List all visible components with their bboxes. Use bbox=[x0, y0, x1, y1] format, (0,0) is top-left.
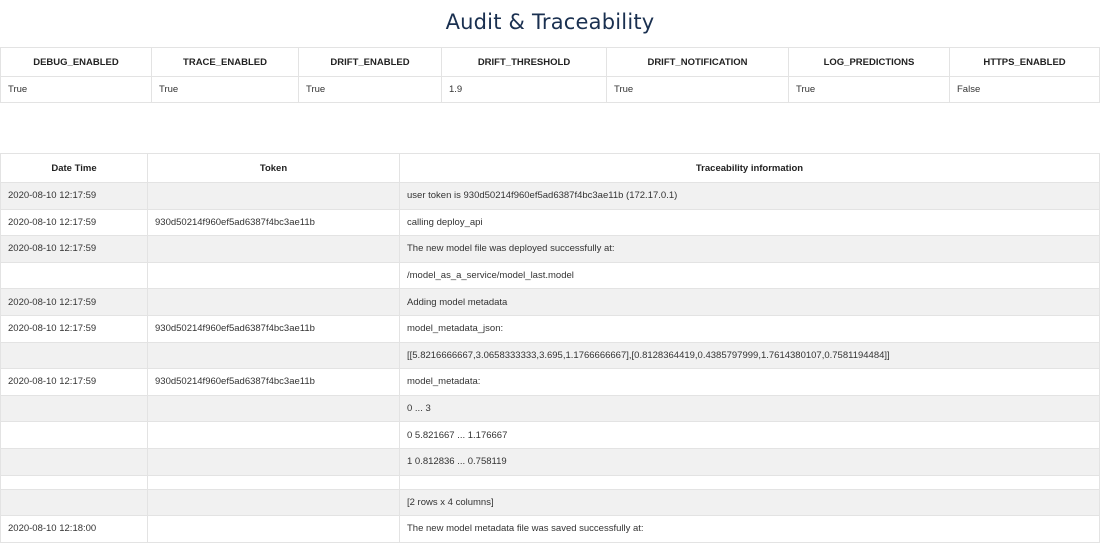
table-row: 2020-08-10 12:17:59 930d50214f960ef5ad638… bbox=[0, 314, 1100, 343]
trace-header-token: Token bbox=[147, 153, 400, 183]
row-token bbox=[147, 341, 400, 370]
config-header-trace-enabled: TRACE_ENABLED bbox=[151, 47, 299, 77]
table-row bbox=[0, 474, 1100, 490]
config-value-drift-enabled: True bbox=[298, 76, 442, 103]
row-token bbox=[147, 182, 400, 210]
row-datetime: 2020-08-10 12:17:59 bbox=[0, 182, 148, 210]
trace-header-row: Date Time Token Traceability information bbox=[0, 153, 1100, 183]
row-datetime bbox=[0, 421, 148, 449]
trace-header-datetime: Date Time bbox=[0, 153, 148, 183]
row-token bbox=[147, 474, 400, 490]
row-token bbox=[147, 447, 400, 476]
row-info: The new model file was deployed successf… bbox=[399, 235, 1100, 263]
trace-header-info: Traceability information bbox=[399, 153, 1100, 183]
table-row: 0 5.821667 ... 1.176667 bbox=[0, 421, 1100, 449]
row-token bbox=[147, 515, 400, 543]
table-row: 1 0.812836 ... 0.758119 bbox=[0, 447, 1100, 476]
table-row: [2 rows x 4 columns] bbox=[0, 488, 1100, 517]
row-token: 930d50214f960ef5ad6387f4bc3ae11b bbox=[147, 368, 400, 396]
config-header-log-predictions: LOG_PREDICTIONS bbox=[788, 47, 950, 77]
row-info: [[5.8216666667,3.0658333333,3.695,1.1766… bbox=[399, 341, 1100, 370]
row-info: The new model metadata file was saved su… bbox=[399, 515, 1100, 543]
row-info: [2 rows x 4 columns] bbox=[399, 488, 1100, 517]
table-row: 2020-08-10 12:17:59 The new model file wa… bbox=[0, 235, 1100, 263]
row-info: 1 0.812836 ... 0.758119 bbox=[399, 447, 1100, 476]
config-table: DEBUG_ENABLED TRACE_ENABLED DRIFT_ENABLE… bbox=[0, 47, 1100, 103]
row-datetime bbox=[0, 474, 148, 490]
row-datetime: 2020-08-10 12:17:59 bbox=[0, 235, 148, 263]
row-info: model_metadata_json: bbox=[399, 314, 1100, 343]
trace-body: 2020-08-10 12:17:59 user token is 930d502… bbox=[0, 182, 1100, 543]
row-info: 0 5.821667 ... 1.176667 bbox=[399, 421, 1100, 449]
table-row: [[5.8216666667,3.0658333333,3.695,1.1766… bbox=[0, 341, 1100, 370]
config-header-drift-notification: DRIFT_NOTIFICATION bbox=[606, 47, 789, 77]
row-token bbox=[147, 261, 400, 290]
table-row: 2020-08-10 12:17:59 user token is 930d502… bbox=[0, 182, 1100, 210]
row-datetime: 2020-08-10 12:17:59 bbox=[0, 314, 148, 343]
row-info: calling deploy_api bbox=[399, 208, 1100, 237]
row-datetime: 2020-08-10 12:18:00 bbox=[0, 515, 148, 543]
row-token: 930d50214f960ef5ad6387f4bc3ae11b bbox=[147, 208, 400, 237]
config-value-log-predictions: True bbox=[788, 76, 950, 103]
config-value-drift-notification: True bbox=[606, 76, 789, 103]
row-info: user token is 930d50214f960ef5ad6387f4bc… bbox=[399, 182, 1100, 210]
row-token bbox=[147, 235, 400, 263]
row-datetime bbox=[0, 447, 148, 476]
config-value-drift-threshold: 1.9 bbox=[441, 76, 607, 103]
row-info bbox=[399, 474, 1100, 490]
config-value-https-enabled: False bbox=[949, 76, 1100, 103]
row-info: /model_as_a_service/model_last.model bbox=[399, 261, 1100, 290]
row-token bbox=[147, 394, 400, 423]
config-header-row: DEBUG_ENABLED TRACE_ENABLED DRIFT_ENABLE… bbox=[0, 47, 1100, 77]
row-datetime bbox=[0, 341, 148, 370]
row-datetime bbox=[0, 488, 148, 517]
row-datetime: 2020-08-10 12:17:59 bbox=[0, 288, 148, 316]
row-datetime: 2020-08-10 12:17:59 bbox=[0, 368, 148, 396]
config-value-trace-enabled: True bbox=[151, 76, 299, 103]
table-row: 2020-08-10 12:17:59 930d50214f960ef5ad638… bbox=[0, 368, 1100, 396]
table-row: /model_as_a_service/model_last.model bbox=[0, 261, 1100, 290]
config-header-drift-threshold: DRIFT_THRESHOLD bbox=[441, 47, 607, 77]
row-info: 0 ... 3 bbox=[399, 394, 1100, 423]
traceability-table: Date Time Token Traceability information… bbox=[0, 153, 1100, 543]
row-token bbox=[147, 288, 400, 316]
config-value-debug-enabled: True bbox=[0, 76, 152, 103]
config-header-debug-enabled: DEBUG_ENABLED bbox=[0, 47, 152, 77]
row-info: Adding model metadata bbox=[399, 288, 1100, 316]
row-token bbox=[147, 421, 400, 449]
row-token bbox=[147, 488, 400, 517]
config-header-drift-enabled: DRIFT_ENABLED bbox=[298, 47, 442, 77]
table-row: 2020-08-10 12:17:59 Adding model metadata bbox=[0, 288, 1100, 316]
config-value-row: True True True 1.9 True True False bbox=[0, 76, 1100, 103]
row-info: model_metadata: bbox=[399, 368, 1100, 396]
table-row: 2020-08-10 12:18:00 The new model metadat… bbox=[0, 515, 1100, 543]
row-datetime: 2020-08-10 12:17:59 bbox=[0, 208, 148, 237]
row-datetime bbox=[0, 394, 148, 423]
page-title: Audit & Traceability bbox=[445, 10, 655, 34]
table-row: 0 ... 3 bbox=[0, 394, 1100, 423]
config-header-https-enabled: HTTPS_ENABLED bbox=[949, 47, 1100, 77]
row-token: 930d50214f960ef5ad6387f4bc3ae11b bbox=[147, 314, 400, 343]
table-row: 2020-08-10 12:17:59 930d50214f960ef5ad638… bbox=[0, 208, 1100, 237]
row-datetime bbox=[0, 261, 148, 290]
